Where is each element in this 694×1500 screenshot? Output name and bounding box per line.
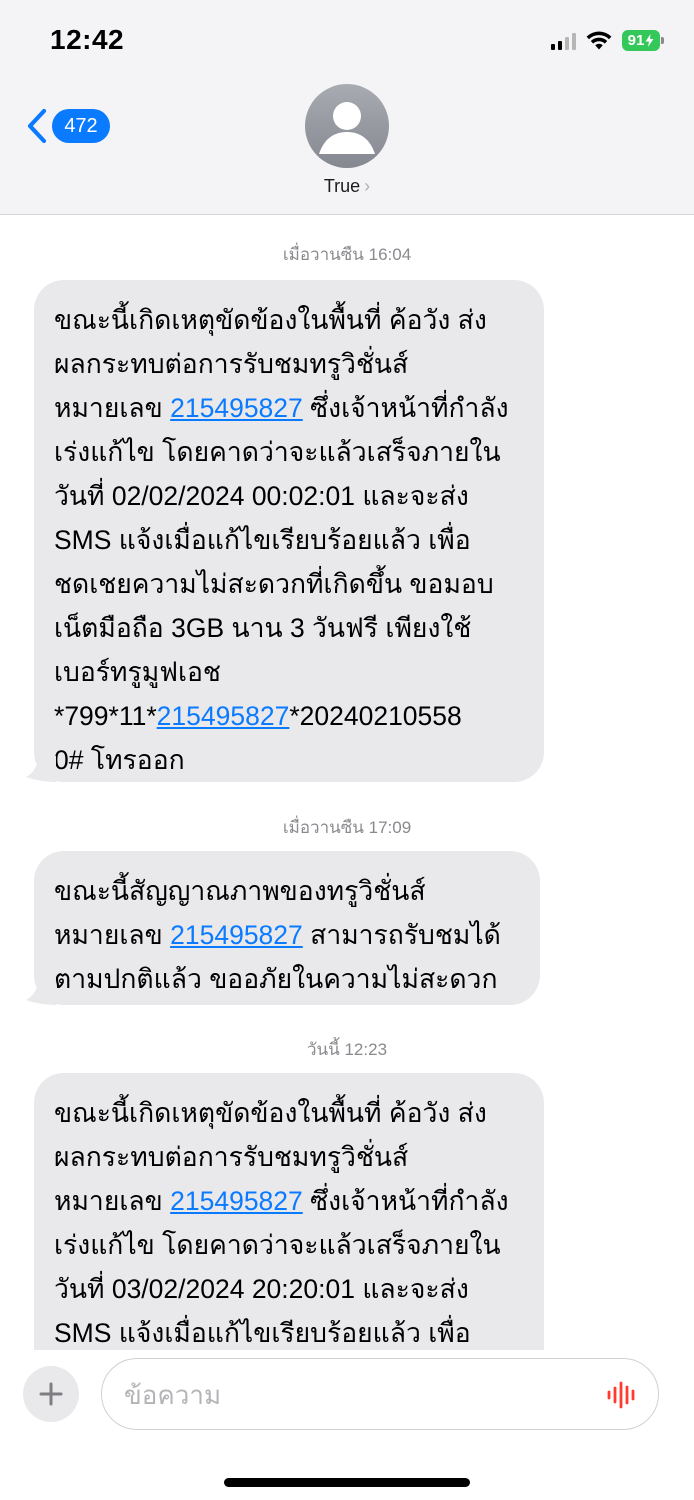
message-line: หมายเลข 215495827 ซึ่งเจ้าหน้าที่กำลัง bbox=[54, 1179, 524, 1223]
message-text: ขณะนี้เกิดเหตุขัดข้องในพื้นที่ ค้อวัง ส่… bbox=[54, 305, 487, 335]
message-line: ผลกระทบต่อการรับชมทรูวิชั่นส์ bbox=[54, 342, 524, 386]
conversation-header: 12:42 91 472 True › bbox=[0, 0, 694, 215]
message-text: SMS แจ้งเมื่อแก้ไขเรียบร้อยแล้ว เพื่อ bbox=[54, 1318, 471, 1348]
compose-bar bbox=[0, 1350, 694, 1500]
message-timestamp: เมื่อวานซืน 16:04 bbox=[282, 245, 412, 264]
message-input-field[interactable] bbox=[101, 1358, 659, 1430]
person-icon bbox=[319, 102, 375, 154]
plus-icon bbox=[39, 1382, 63, 1406]
bubble-tail bbox=[26, 979, 56, 1005]
message-bubble[interactable]: ขณะนี้สัญญาณภาพของทรูวิชั่นส์หมายเลข 215… bbox=[26, 851, 540, 1005]
contact-name-label: True bbox=[323, 176, 361, 196]
chevron-left-icon bbox=[27, 108, 47, 144]
apps-button[interactable] bbox=[23, 1366, 79, 1422]
message-text: *799*11* bbox=[54, 701, 157, 731]
message-line: ขณะนี้สัญญาณภาพของทรูวิชั่นส์ bbox=[54, 869, 520, 913]
message-text: หมายเลข bbox=[54, 393, 171, 423]
message-text: ซึ่งเจ้าหน้าที่กำลัง bbox=[302, 1186, 509, 1216]
message-text: เร่งแก้ไข โดยคาดว่าจะแล้วเสร็จภายใน bbox=[54, 437, 501, 467]
message-line: SMS แจ้งเมื่อแก้ไขเรียบร้อยแล้ว เพื่อ bbox=[54, 1311, 524, 1355]
message-line: ขณะนี้เกิดเหตุขัดข้องในพื้นที่ ค้อวัง ส่… bbox=[54, 1091, 524, 1135]
message-text: ผลกระทบต่อการรับชมทรูวิชั่นส์ bbox=[54, 1142, 409, 1172]
message-text: หมายเลข bbox=[54, 1186, 171, 1216]
message-line: ตามปกติแล้ว ขออภัยในความไม่สะดวก bbox=[54, 957, 520, 1001]
message-line: เร่งแก้ไข โดยคาดว่าจะแล้วเสร็จภายใน bbox=[54, 430, 524, 474]
bubble-tail bbox=[26, 756, 56, 782]
message-text: ตามปกติแล้ว ขออภัยในความไม่สะดวก bbox=[54, 964, 498, 994]
message-text: SMS แจ้งเมื่อแก้ไขเรียบร้อยแล้ว เพื่อ bbox=[54, 525, 471, 555]
message-text: วันที่ 02/02/2024 00:02:01 และจะส่ง bbox=[54, 481, 469, 511]
message-text: ชดเชยความไม่สะดวกที่เกิดขึ้น ขอมอบ bbox=[54, 569, 494, 599]
message-line: SMS แจ้งเมื่อแก้ไขเรียบร้อยแล้ว เพื่อ bbox=[54, 518, 524, 562]
chevron-right-icon: › bbox=[364, 176, 371, 196]
message-text: เบอร์ทรูมูฟเอช bbox=[54, 657, 221, 687]
message-line: เร่งแก้ไข โดยคาดว่าจะแล้วเสร็จภายใน bbox=[54, 1223, 524, 1267]
message-text: เน็ตมือถือ 3GB นาน 3 วันฟรี เพียงใช้ bbox=[54, 613, 472, 643]
message-line: ขณะนี้เกิดเหตุขัดข้องในพื้นที่ ค้อวัง ส่… bbox=[54, 298, 524, 342]
message-line: *799*11*215495827*20240210558 bbox=[54, 694, 524, 738]
status-time: 12:42 bbox=[50, 24, 125, 55]
battery-level: 91 bbox=[627, 32, 645, 49]
message-line: หมายเลข 215495827 สามารถรับชมได้ bbox=[54, 913, 520, 957]
message-text: วันที่ 03/02/2024 20:20:01 และจะส่ง bbox=[54, 1274, 469, 1304]
wifi-icon bbox=[586, 30, 612, 49]
phone-number-link[interactable]: 215495827 bbox=[170, 920, 303, 950]
message-line: เน็ตมือถือ 3GB นาน 3 วันฟรี เพียงใช้ bbox=[54, 606, 524, 650]
message-text: เร่งแก้ไข โดยคาดว่าจะแล้วเสร็จภายใน bbox=[54, 1230, 501, 1260]
cellular-signal-icon bbox=[551, 32, 576, 50]
message-line: ผลกระทบต่อการรับชมทรูวิชั่นส์ bbox=[54, 1135, 524, 1179]
message-line: เบอร์ทรูมูฟเอช bbox=[54, 650, 524, 694]
message-timestamp: วันนี้ 12:23 bbox=[306, 1040, 388, 1059]
message-text: ซึ่งเจ้าหน้าที่กำลัง bbox=[302, 393, 509, 423]
message-line: ชดเชยความไม่สะดวกที่เกิดขึ้น ขอมอบ bbox=[54, 562, 524, 606]
voice-input-icon[interactable] bbox=[606, 1381, 638, 1409]
charging-bolt-icon bbox=[645, 34, 654, 47]
phone-number-link[interactable]: 215495827 bbox=[170, 1186, 303, 1216]
phone-number-link[interactable]: 215495827 bbox=[157, 701, 290, 731]
message-line: วันที่ 03/02/2024 20:20:01 และจะส่ง bbox=[54, 1267, 524, 1311]
contact-name[interactable]: True › bbox=[0, 176, 694, 197]
message-line: หมายเลข 215495827 ซึ่งเจ้าหน้าที่กำลัง bbox=[54, 386, 524, 430]
message-bubble[interactable]: ขณะนี้เกิดเหตุขัดข้องในพื้นที่ ค้อวัง ส่… bbox=[26, 280, 544, 782]
message-input[interactable] bbox=[122, 1375, 596, 1415]
status-icons: 91 bbox=[551, 30, 664, 51]
message-timestamp: เมื่อวานซืน 17:09 bbox=[282, 818, 412, 837]
battery-icon: 91 bbox=[622, 30, 664, 51]
message-text: หมายเลข bbox=[54, 920, 171, 950]
message-text: 0# โทรออก bbox=[54, 745, 185, 775]
message-text: ขณะนี้สัญญาณภาพของทรูวิชั่นส์ bbox=[54, 876, 426, 906]
message-text: *20240210558 bbox=[289, 701, 462, 731]
contact-avatar[interactable] bbox=[305, 84, 389, 168]
phone-number-link[interactable]: 215495827 bbox=[170, 393, 303, 423]
message-line: 0# โทรออก bbox=[54, 738, 524, 782]
home-indicator bbox=[224, 1478, 470, 1487]
message-line: วันที่ 02/02/2024 00:02:01 และจะส่ง bbox=[54, 474, 524, 518]
back-button[interactable]: 472 bbox=[26, 108, 110, 144]
message-text: ผลกระทบต่อการรับชมทรูวิชั่นส์ bbox=[54, 349, 409, 379]
message-text: สามารถรับชมได้ bbox=[302, 920, 501, 950]
message-text: ขณะนี้เกิดเหตุขัดข้องในพื้นที่ ค้อวัง ส่… bbox=[54, 1098, 487, 1128]
unread-count-badge: 472 bbox=[52, 109, 110, 143]
